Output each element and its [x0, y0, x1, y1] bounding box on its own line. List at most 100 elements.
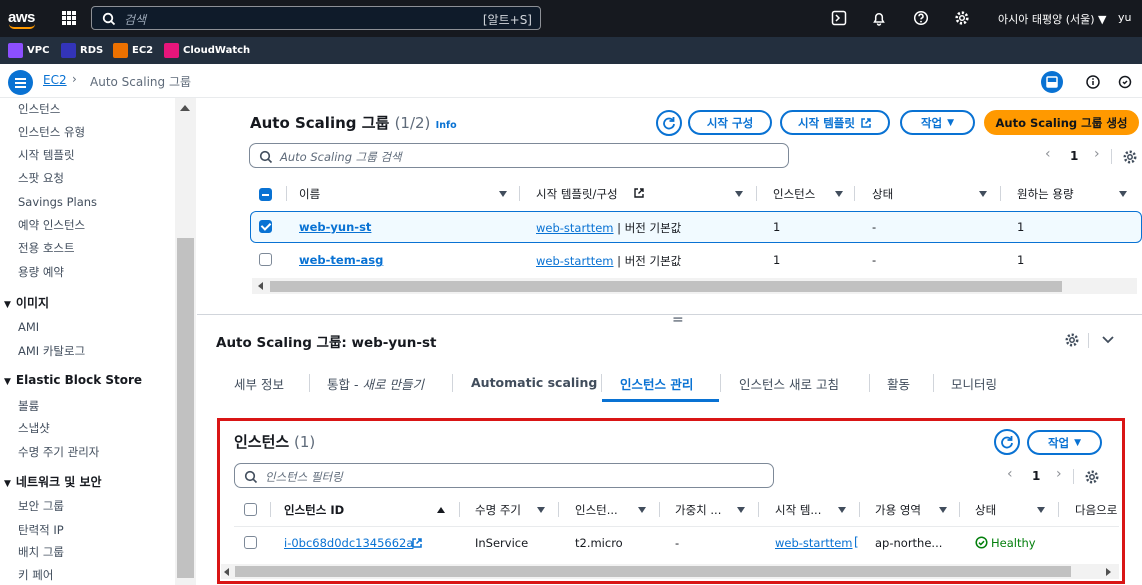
row-checkbox[interactable] [259, 253, 272, 266]
scrollbar-thumb[interactable] [235, 566, 1071, 577]
sort-icon[interactable] [735, 191, 743, 197]
nav-item-lifecycle-manager[interactable]: 수명 주기 관리자 [18, 444, 99, 460]
asg-search-input[interactable]: Auto Scaling 그룹 검색 [249, 143, 789, 168]
column-header-launch-template[interactable]: 시작 템플릿/구성 [536, 186, 618, 202]
info-panel-icon[interactable] [1082, 71, 1104, 93]
row-checkbox[interactable] [259, 220, 272, 233]
nav-item-launch-templates[interactable]: 시작 템플릿 [18, 147, 75, 163]
favorite-vpc[interactable]: VPC [8, 42, 49, 59]
launch-config-button[interactable]: 시작 구성 [688, 110, 772, 135]
tab-integrations[interactable]: 통합 - 새로 만들기 [327, 374, 424, 393]
split-panel-resize-handle[interactable]: = [672, 312, 684, 328]
notifications-bell-icon[interactable] [871, 10, 887, 26]
column-header-weight[interactable]: 가중치 ... [675, 502, 721, 518]
sort-icon[interactable] [537, 507, 545, 513]
column-header-instance-id[interactable]: 인스턴스 ID [284, 502, 344, 518]
prev-page-icon[interactable]: ‹ [1045, 146, 1051, 162]
favorite-cloudwatch[interactable]: CloudWatch [164, 42, 250, 59]
instance-id-link[interactable]: i-0bc68d0dc1345662a [284, 536, 413, 550]
nav-item-instances[interactable]: 인스턴스 [18, 101, 60, 117]
column-header-launch-template[interactable]: 시작 템... [775, 502, 821, 518]
scroll-left-arrow-icon[interactable] [224, 568, 229, 576]
sort-icon[interactable] [737, 507, 745, 513]
notifications-panel-icon[interactable] [1114, 71, 1136, 93]
aws-logo[interactable]: aws [8, 7, 38, 31]
next-page-icon[interactable]: › [1094, 146, 1100, 162]
tab-activity[interactable]: 활동 [887, 374, 910, 393]
split-panel-preferences-gear-icon[interactable] [1064, 332, 1080, 348]
table-preferences-gear-icon[interactable] [1122, 149, 1138, 165]
instances-actions-dropdown[interactable]: 작업 ▼ [1027, 430, 1102, 455]
tab-instance-management[interactable]: 인스턴스 관리 [620, 374, 693, 393]
favorite-rds[interactable]: RDS [61, 42, 103, 59]
page-number[interactable]: 1 [1070, 149, 1078, 163]
refresh-asg-button[interactable] [656, 110, 682, 136]
nav-item-spot-requests[interactable]: 스팟 요청 [18, 170, 64, 186]
nav-item-capacity-reservations[interactable]: 용량 예약 [18, 264, 64, 280]
select-all-checkbox[interactable] [244, 503, 257, 516]
tab-monitoring[interactable]: 모니터링 [951, 374, 997, 393]
column-header-lifecycle[interactable]: 수명 주기 [475, 502, 521, 518]
nav-item-key-pairs[interactable]: 키 페어 [18, 567, 53, 583]
split-panel-toggle[interactable] [1041, 71, 1063, 93]
scrollbar-thumb[interactable] [270, 281, 1062, 292]
nav-section-ebs[interactable]: Elastic Block Store [4, 373, 142, 387]
launch-template-link[interactable]: web-starttem [536, 221, 614, 235]
sort-icon[interactable] [499, 191, 507, 197]
column-header-availability-zone[interactable]: 가용 영역 [875, 502, 921, 518]
nav-item-dedicated-hosts[interactable]: 전용 호스트 [18, 240, 75, 256]
scroll-right-arrow-icon[interactable] [1106, 568, 1111, 576]
sort-icon[interactable] [979, 191, 987, 197]
sort-icon[interactable] [1037, 507, 1045, 513]
tab-automatic-scaling[interactable]: Automatic scaling [471, 375, 597, 390]
account-menu[interactable]: yu [1118, 11, 1131, 24]
nav-item-savings-plans[interactable]: Savings Plans [18, 195, 97, 209]
nav-section-network-security[interactable]: 네트워크 및 보안 [4, 473, 102, 490]
tab-details[interactable]: 세부 정보 [234, 374, 284, 393]
refresh-instances-button[interactable] [994, 429, 1020, 455]
launch-template-button[interactable]: 시작 템플릿 [780, 110, 890, 135]
nav-item-ami[interactable]: AMI [18, 320, 39, 334]
column-header-health-status[interactable]: 상태 [975, 502, 996, 518]
launch-template-link[interactable]: web-starttem [775, 536, 853, 550]
nav-item-instance-types[interactable]: 인스턴스 유형 [18, 124, 85, 140]
external-link-icon[interactable] [411, 537, 423, 549]
sort-icon[interactable] [1119, 191, 1127, 197]
nav-item-snapshots[interactable]: 스냅샷 [18, 420, 50, 436]
column-header-name[interactable]: 이름 [299, 186, 320, 202]
nav-item-reserved-instances[interactable]: 예약 인스턴스 [18, 217, 85, 233]
sidebar-scrollbar-thumb[interactable] [177, 238, 194, 578]
column-header-instances[interactable]: 인스턴스 [773, 186, 815, 202]
global-search-input[interactable]: 검색 [알트+S] [91, 6, 541, 30]
row-checkbox[interactable] [244, 536, 257, 549]
column-header-status[interactable]: 상태 [872, 186, 893, 202]
next-page-icon[interactable]: › [1056, 466, 1062, 482]
instances-filter-input[interactable]: 인스턴스 필터링 [234, 463, 774, 488]
cloudshell-icon[interactable] [831, 10, 847, 26]
services-menu-icon[interactable] [62, 11, 76, 25]
create-asg-button[interactable]: Auto Scaling 그룹 생성 [984, 110, 1139, 135]
launch-template-link[interactable]: web-starttem [536, 254, 614, 268]
sidebar-scrollbar[interactable] [175, 98, 196, 585]
page-number[interactable]: 1 [1032, 469, 1040, 483]
nav-item-placement-groups[interactable]: 배치 그룹 [18, 544, 64, 560]
column-header-desired-capacity[interactable]: 원하는 용량 [1017, 186, 1074, 202]
sort-icon[interactable] [638, 507, 646, 513]
scroll-up-arrow-icon[interactable] [180, 105, 190, 111]
asg-name-link[interactable]: web-yun-st [299, 220, 371, 234]
nav-item-ami-catalog[interactable]: AMI 카탈로그 [18, 343, 85, 359]
asg-actions-dropdown[interactable]: 작업 ▼ [900, 110, 975, 135]
nav-item-security-groups[interactable]: 보안 그룹 [18, 498, 64, 514]
help-icon[interactable] [913, 10, 929, 26]
chevron-down-icon[interactable] [1100, 333, 1116, 347]
nav-item-elastic-ips[interactable]: 탄력적 IP [18, 522, 64, 538]
nav-section-images[interactable]: 이미지 [4, 294, 49, 311]
scroll-left-arrow-icon[interactable] [258, 282, 263, 290]
asg-table-horizontal-scrollbar[interactable] [252, 278, 1137, 294]
tab-instance-refresh[interactable]: 인스턴스 새로 고침 [739, 374, 839, 393]
asg-name-link[interactable]: web-tem-asg [299, 253, 383, 267]
prev-page-icon[interactable]: ‹ [1007, 466, 1013, 482]
sort-icon[interactable] [838, 507, 846, 513]
sort-ascending-icon[interactable] [437, 507, 445, 513]
column-header-next[interactable]: 다음으로 [1075, 502, 1117, 518]
